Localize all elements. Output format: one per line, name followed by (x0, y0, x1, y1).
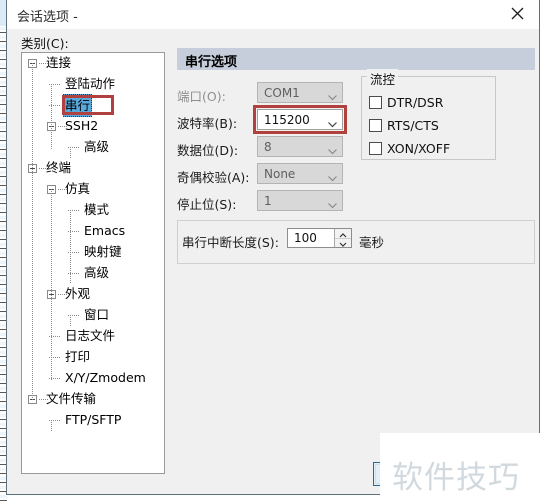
pane-header-title: 串行选项 (185, 55, 238, 70)
sidebar-item-label: SSH2 (65, 118, 99, 133)
sidebar-item-13[interactable]: 日志文件 (22, 326, 164, 347)
sidebar-item-label: 文件传输 (46, 391, 97, 406)
parity-label: 奇偶校验(A): (177, 170, 250, 185)
sidebar-item-12[interactable]: 窗口 (22, 305, 164, 326)
pane-header: 串行选项 (177, 48, 535, 70)
break-length-unit: 毫秒 (359, 235, 385, 250)
parity-value: None (264, 167, 296, 181)
sidebar-item-label: X/Y/Zmodem (65, 370, 146, 385)
checkbox-label: XON/XOFF (387, 141, 451, 156)
checkbox-label: DTR/DSR (387, 95, 444, 110)
stopbits-label: 停止位(S): (177, 197, 237, 212)
tree-connector-vertical (51, 189, 52, 380)
baudrate-combo[interactable]: 115200 (257, 109, 343, 130)
sidebar-item-4[interactable]: 高级 (22, 137, 164, 158)
sidebar-item-17[interactable]: FTP/SFTP (22, 410, 164, 431)
port-value: COM1 (264, 86, 300, 100)
sidebar-item-6[interactable]: 仿真 (22, 179, 164, 200)
sidebar-item-7[interactable]: 模式 (22, 200, 164, 221)
chevron-down-icon (328, 198, 337, 209)
chevron-down-icon (328, 90, 337, 101)
sidebar-item-label: 日志文件 (65, 328, 116, 343)
chevron-down-icon (328, 171, 337, 182)
sidebar-item-1[interactable]: 登陆动作 (22, 74, 164, 95)
stopbits-combo[interactable]: 1 (257, 190, 343, 211)
databits-value: 8 (264, 140, 272, 154)
sidebar-item-label: 窗口 (84, 307, 110, 322)
sidebar-item-9[interactable]: 映射键 (22, 242, 164, 263)
tree-connector-vertical (70, 147, 71, 158)
break-length-stepper[interactable]: 100 (287, 228, 352, 248)
sidebar-item-label: 仿真 (65, 181, 91, 196)
category-tree[interactable]: 连接 登陆动作 串行 SSH2 高级 终端 仿真 模式 Emacs 映射键 高级 外观 窗口 日志文件 打印… (21, 52, 165, 474)
tree-connector-vertical (32, 63, 33, 401)
chevron-down-icon (328, 144, 337, 155)
sidebar-item-11[interactable]: 外观 (22, 284, 164, 305)
baudrate-label: 波特率(B): (177, 116, 238, 131)
close-icon[interactable] (495, 0, 539, 27)
sidebar-item-16[interactable]: 文件传输 (22, 389, 164, 410)
sidebar-item-label: 终端 (46, 160, 72, 175)
dialog-title: 会话选项 - (17, 10, 78, 25)
parity-combo[interactable]: None (257, 163, 343, 184)
checkbox-label: RTS/CTS (387, 118, 439, 133)
sidebar-item-0[interactable]: 连接 (22, 53, 164, 74)
databits-combo[interactable]: 8 (257, 136, 343, 157)
sidebar-item-14[interactable]: 打印 (22, 347, 164, 368)
stepper-down-icon[interactable] (335, 238, 351, 247)
sidebar-item-5[interactable]: 终端 (22, 158, 164, 179)
sidebar-item-2[interactable]: 串行 (22, 94, 164, 117)
sidebar-item-label: FTP/SFTP (65, 412, 122, 427)
chevron-down-icon (328, 117, 337, 128)
session-options-dialog: 会话选项 - 类别(C): 连接 登陆动作 串行 SSH2 高级 终端 仿真 模式 Emacs 映… (6, 0, 540, 495)
break-length-label: 串行中断长度(S): (182, 235, 279, 250)
tree-connector-vertical (70, 210, 71, 284)
port-combo[interactable]: COM1 (257, 82, 343, 103)
watermark-text: 软件技巧 (392, 460, 520, 496)
tree-connector-vertical (70, 315, 71, 326)
sidebar-item-label: 高级 (84, 139, 110, 154)
databits-label: 数据位(D): (177, 143, 239, 158)
sidebar-item-8[interactable]: Emacs (22, 221, 164, 242)
break-length-value: 100 (294, 231, 317, 245)
sidebar-item-label: 模式 (84, 202, 110, 217)
stopbits-value: 1 (264, 194, 272, 208)
sidebar-item-15[interactable]: X/Y/Zmodem (22, 368, 164, 389)
sidebar-item-3[interactable]: SSH2 (22, 116, 164, 137)
checkbox-box (369, 142, 382, 155)
sidebar-item-10[interactable]: 高级 (22, 263, 164, 284)
sidebar-item-label: Emacs (84, 223, 126, 238)
sidebar-item-label: 连接 (46, 55, 72, 70)
sidebar-item-label: 登陆动作 (65, 76, 116, 91)
flow-control-legend: 流控 (367, 69, 399, 88)
sidebar-item-label: 打印 (65, 349, 91, 364)
sidebar-item-label: 映射键 (84, 244, 122, 259)
checkbox-box (369, 96, 382, 109)
checkbox-box (369, 119, 382, 132)
tree-connector-vertical (51, 420, 52, 431)
tree-connector-vertical (51, 84, 52, 149)
port-label: 端口(O): (177, 89, 226, 104)
sidebar-item-label: 高级 (84, 265, 110, 280)
category-label: 类别(C): (21, 36, 69, 51)
stepper-buttons[interactable] (334, 229, 351, 247)
baudrate-value: 115200 (264, 113, 310, 127)
dialog-titlebar: 会话选项 - (7, 0, 539, 29)
sidebar-item-label: 外观 (65, 286, 91, 301)
sidebar-item-label: 串行 (63, 94, 93, 117)
